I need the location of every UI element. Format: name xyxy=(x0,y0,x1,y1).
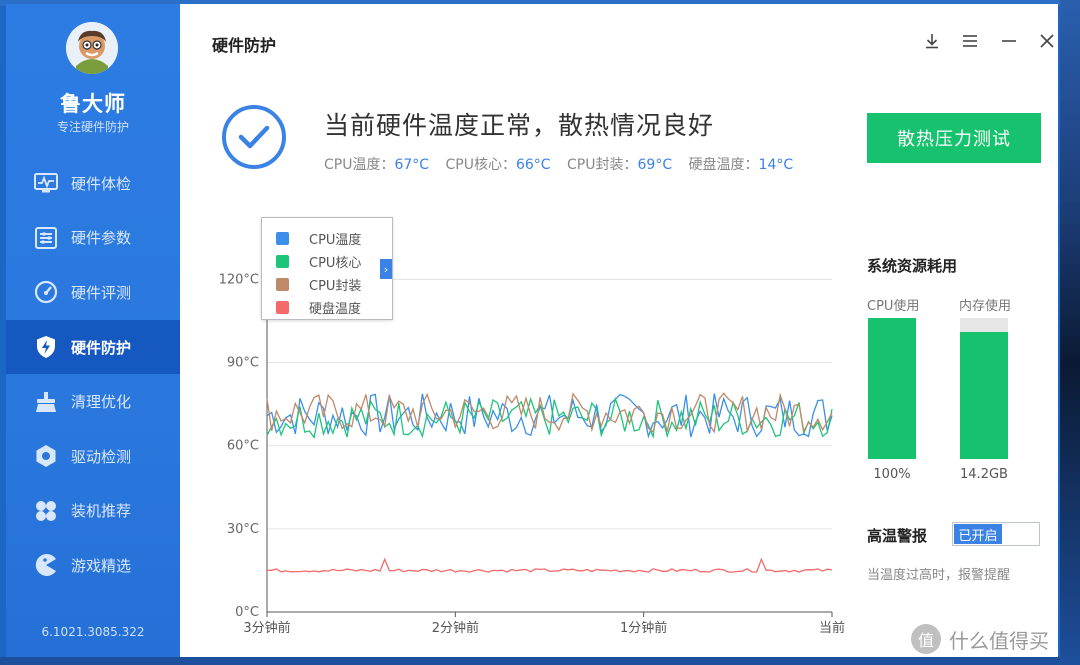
shield-bolt-icon xyxy=(33,334,59,360)
cpu-usage-value: 100% xyxy=(873,467,911,482)
monitor-pulse-icon xyxy=(33,170,59,196)
sidebar-item-label: 硬件体检 xyxy=(71,174,132,193)
temperature-readings: CPU温度：67°C CPU核心：66°C CPU封装：69°C 硬盘温度：14… xyxy=(324,154,805,174)
x-tick-label: 3分钟前 xyxy=(243,620,290,636)
high-temp-alarm-description: 当温度过高时，报警提醒 xyxy=(867,568,1011,583)
disk-temp-value: 14°C xyxy=(758,157,794,173)
memory-usage-bar xyxy=(960,318,1008,459)
legend-item-cpu-temp[interactable]: CPU温度 xyxy=(276,228,361,248)
four-leaf-icon xyxy=(33,498,59,524)
status-message: 当前硬件温度正常，散热情况良好 xyxy=(324,111,715,140)
app-window: 鲁大师 专注硬件防护 硬件体检 硬件参数 硬件评测 硬件防护 清理优化 驱动检测… xyxy=(6,4,1058,657)
legend-label: CPU核心 xyxy=(309,255,362,271)
legend-item-cpu-package[interactable]: CPU封装 xyxy=(276,274,361,294)
sidebar-item-build-recommend[interactable]: 装机推荐 xyxy=(6,484,180,539)
y-tick-label: 120°C xyxy=(219,272,259,287)
toggle-on-label: 已开启 xyxy=(954,524,1002,544)
stress-test-button[interactable]: 散热压力测试 xyxy=(867,113,1041,163)
legend-label: 硬盘温度 xyxy=(309,301,362,317)
close-icon xyxy=(1040,34,1054,48)
legend-swatch xyxy=(276,300,289,314)
cpu-core-label: CPU核心： xyxy=(445,157,516,173)
cpu-usage-bar xyxy=(868,318,916,459)
sidebar-item-label: 驱动检测 xyxy=(71,447,132,466)
sidebar-item-driver-check[interactable]: 驱动检测 xyxy=(6,429,180,484)
legend-label: CPU温度 xyxy=(309,232,362,248)
sidebar-item-label: 游戏精选 xyxy=(71,556,132,575)
app-version: 6.1021.3085.322 xyxy=(41,625,145,639)
series-line-4 xyxy=(267,557,833,573)
legend-swatch xyxy=(276,254,289,268)
status-ok-icon xyxy=(221,104,287,170)
cpu-usage-label: CPU使用 xyxy=(867,299,920,314)
app-name: 鲁大师 xyxy=(60,92,126,116)
mascot-avatar-icon xyxy=(66,22,118,74)
page-title: 硬件防护 xyxy=(212,36,277,55)
watermark-logo: 值 xyxy=(911,624,941,654)
resources-title: 系统资源耗用 xyxy=(867,257,958,275)
high-temp-alarm-title: 高温警报 xyxy=(867,527,928,545)
sidebar-item-label: 硬件评测 xyxy=(71,283,132,302)
desktop-edge-bottom xyxy=(0,657,1080,665)
cpu-temp-label: CPU温度： xyxy=(324,157,395,173)
sidebar-nav: 硬件体检 硬件参数 硬件评测 硬件防护 清理优化 驱动检测 装机推荐 游戏精选 xyxy=(6,156,180,593)
x-tick-label: 1分钟前 xyxy=(620,620,667,636)
watermark-text: 什么值得买 xyxy=(949,628,1049,653)
menu-button[interactable] xyxy=(959,30,981,52)
download-icon xyxy=(926,34,938,49)
high-temp-alarm-toggle[interactable]: 已开启 xyxy=(952,522,1040,546)
x-tick-label: 当前 xyxy=(819,620,845,636)
watermark: 值 什么值得买 xyxy=(911,624,1049,654)
minimize-icon xyxy=(1002,40,1016,42)
cpu-temp-value: 67°C xyxy=(394,157,430,173)
parameters-list-icon xyxy=(33,225,59,251)
minimize-button[interactable] xyxy=(998,30,1020,52)
sidebar-item-label: 清理优化 xyxy=(71,393,132,412)
y-tick-label: 90°C xyxy=(227,356,259,371)
cpu-package-label: CPU封装： xyxy=(567,157,638,173)
cpu-core-value: 66°C xyxy=(515,157,551,173)
legend-item-cpu-core[interactable]: CPU核心 xyxy=(276,251,361,271)
speedometer-icon xyxy=(33,279,59,305)
sidebar-item-games[interactable]: 游戏精选 xyxy=(6,538,180,593)
y-tick-label: 30°C xyxy=(227,522,259,537)
desktop-edge-right xyxy=(1060,0,1080,665)
sidebar-item-cleanup[interactable]: 清理优化 xyxy=(6,374,180,429)
sidebar-item-label: 硬件防护 xyxy=(71,338,132,357)
legend-label: CPU封装 xyxy=(309,278,362,294)
gear-driver-icon xyxy=(33,443,59,469)
y-tick-label: 60°C xyxy=(227,439,259,454)
sidebar-item-hardware-benchmark[interactable]: 硬件评测 xyxy=(6,265,180,320)
memory-usage-label: 内存使用 xyxy=(959,299,1012,314)
disk-temp-label: 硬盘温度： xyxy=(688,157,759,173)
legend-swatch xyxy=(276,231,289,245)
avatar[interactable] xyxy=(66,22,118,74)
legend-swatch xyxy=(276,277,289,291)
legend-collapse-button[interactable]: › xyxy=(380,259,392,279)
memory-usage-value: 14.2GB xyxy=(960,467,1008,482)
sidebar: 鲁大师 专注硬件防护 硬件体检 硬件参数 硬件评测 硬件防护 清理优化 驱动检测… xyxy=(6,4,180,657)
game-pacman-icon xyxy=(33,552,59,578)
sidebar-item-hardware-params[interactable]: 硬件参数 xyxy=(6,211,180,266)
sidebar-item-hardware-protection[interactable]: 硬件防护 xyxy=(6,319,180,375)
sidebar-item-hardware-check[interactable]: 硬件体检 xyxy=(6,156,180,211)
cpu-package-value: 69°C xyxy=(637,157,673,173)
chart-legend: CPU温度 CPU核心 CPU封装 硬盘温度 xyxy=(261,217,393,320)
legend-item-disk-temp[interactable]: 硬盘温度 xyxy=(276,297,361,317)
sidebar-item-label: 装机推荐 xyxy=(71,502,132,521)
y-tick-label: 0°C xyxy=(235,605,259,620)
broom-icon xyxy=(33,389,59,415)
download-button[interactable] xyxy=(921,30,943,52)
close-button[interactable] xyxy=(1036,30,1058,52)
hamburger-menu-icon xyxy=(963,35,977,47)
sidebar-item-label: 硬件参数 xyxy=(71,229,132,248)
x-tick-label: 2分钟前 xyxy=(432,620,479,636)
app-subtitle: 专注硬件防护 xyxy=(56,120,129,134)
memory-usage-fill xyxy=(960,332,1008,459)
chevron-right-icon: › xyxy=(383,262,389,276)
cpu-usage-fill xyxy=(868,318,916,459)
